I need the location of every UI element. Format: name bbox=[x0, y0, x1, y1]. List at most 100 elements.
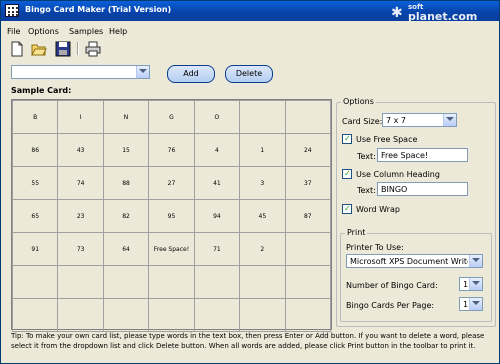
open-folder-icon[interactable] bbox=[31, 41, 47, 57]
card-cell bbox=[11, 265, 59, 299]
new-document-icon[interactable] bbox=[9, 41, 25, 57]
print-group: Print Printer To Use: Microsoft XPS Docu… bbox=[340, 228, 492, 322]
use-free-space-checkbox[interactable]: ✓ bbox=[342, 134, 352, 144]
card-cell: 91 bbox=[11, 232, 59, 266]
card-cell bbox=[239, 298, 286, 332]
card-cell: 65 bbox=[11, 199, 59, 233]
free-space-text-input[interactable]: Free Space! bbox=[377, 148, 468, 162]
checkmark-icon: ✓ bbox=[344, 204, 351, 213]
printer-value: Microsoft XPS Document Writer bbox=[350, 257, 468, 266]
card-cell: 64 bbox=[102, 232, 150, 266]
add-button[interactable]: Add bbox=[167, 65, 215, 83]
free-space-text-value: Free Space! bbox=[381, 151, 429, 160]
per-page-value: 1 bbox=[463, 300, 469, 309]
checkmark-icon: ✓ bbox=[344, 134, 351, 143]
column-heading-text-label: Text: bbox=[357, 186, 376, 195]
title-bar[interactable]: Bingo Card Maker (Trial Version) ✱ soft … bbox=[1, 1, 499, 23]
card-cell: 23 bbox=[57, 199, 104, 233]
card-size-value: 7 x 7 bbox=[386, 116, 406, 125]
card-row: 55 74 88 27 41 3 37 bbox=[11, 166, 332, 200]
card-cell bbox=[102, 265, 150, 299]
watermark-logo: ✱ soft planet.com bbox=[391, 3, 496, 23]
delete-button[interactable]: Delete bbox=[225, 65, 273, 83]
chevron-down-icon bbox=[472, 281, 480, 285]
card-header-cell: O bbox=[193, 100, 241, 134]
sample-card-label: Sample Card: bbox=[11, 86, 72, 95]
options-group: Options Card Size: 7 x 7 ✓ Use Free Spac… bbox=[336, 97, 496, 327]
use-column-heading-checkbox[interactable]: ✓ bbox=[342, 169, 352, 179]
printer-dropdown-button[interactable] bbox=[469, 255, 482, 267]
card-cell bbox=[57, 265, 104, 299]
options-group-title: Options bbox=[341, 97, 376, 106]
card-header-cell: I bbox=[57, 100, 104, 134]
menu-help[interactable]: Help bbox=[109, 27, 127, 36]
card-row: 65 23 82 95 94 45 87 bbox=[11, 199, 332, 233]
card-cell: 82 bbox=[102, 199, 150, 233]
card-cell bbox=[239, 265, 286, 299]
card-cell bbox=[11, 298, 59, 332]
app-icon bbox=[5, 4, 19, 17]
card-header-cell bbox=[239, 100, 286, 134]
use-column-heading-label: Use Column Heading bbox=[356, 170, 440, 179]
card-cell: 1 bbox=[239, 133, 286, 167]
sample-card-grid: B I N G O 86 43 15 76 4 1 24 55 74 88 27 41 3 37 65 23 82 95 94… bbox=[11, 99, 332, 332]
bingo-table: B I N G O 86 43 15 76 4 1 24 55 74 88 27 41 3 37 65 23 82 95 94… bbox=[11, 100, 332, 332]
word-combo-dropdown-button[interactable] bbox=[136, 66, 149, 78]
card-cell bbox=[193, 298, 241, 332]
card-cell: 76 bbox=[148, 133, 195, 167]
card-cell: 24 bbox=[284, 133, 332, 167]
chevron-down-icon bbox=[472, 301, 480, 305]
word-wrap-checkbox[interactable]: ✓ bbox=[342, 204, 352, 214]
card-cell: 73 bbox=[57, 232, 104, 266]
per-page-label: Bingo Cards Per Page: bbox=[346, 301, 435, 310]
card-cell: 87 bbox=[284, 199, 332, 233]
num-cards-select[interactable]: 1 bbox=[459, 277, 483, 291]
menu-file[interactable]: File bbox=[7, 27, 20, 36]
card-cell: Free Space! bbox=[148, 232, 195, 266]
card-size-label: Card Size: bbox=[342, 117, 383, 126]
printer-label: Printer To Use: bbox=[346, 243, 404, 252]
menu-samples[interactable]: Samples bbox=[69, 27, 103, 36]
per-page-dropdown-button[interactable] bbox=[469, 298, 482, 310]
toolbar-separator bbox=[77, 42, 79, 55]
card-cell bbox=[148, 298, 195, 332]
column-heading-text-value: BINGO bbox=[381, 185, 408, 194]
save-disk-icon[interactable] bbox=[55, 41, 71, 57]
word-input-combo[interactable] bbox=[11, 65, 150, 79]
watermark-line2: planet.com bbox=[408, 10, 478, 23]
card-cell: 88 bbox=[102, 166, 150, 200]
chevron-down-icon bbox=[139, 69, 147, 73]
card-cell: 94 bbox=[193, 199, 241, 233]
window-title: Bingo Card Maker (Trial Version) bbox=[25, 5, 172, 14]
card-row bbox=[11, 265, 332, 299]
card-size-dropdown-button[interactable] bbox=[443, 114, 456, 126]
chevron-down-icon bbox=[472, 258, 480, 262]
card-row: BINGO bbox=[11, 100, 332, 134]
num-cards-dropdown-button[interactable] bbox=[469, 278, 482, 290]
app-window: Bingo Card Maker (Trial Version) ✱ soft … bbox=[0, 0, 500, 364]
card-cell bbox=[148, 265, 195, 299]
card-cell bbox=[284, 298, 332, 332]
card-cell: 37 bbox=[284, 166, 332, 200]
card-cell bbox=[193, 265, 241, 299]
printer-select[interactable]: Microsoft XPS Document Writer bbox=[346, 254, 483, 268]
use-free-space-label: Use Free Space bbox=[356, 135, 418, 144]
card-header-cell: B bbox=[11, 100, 59, 134]
toolbar bbox=[1, 39, 499, 59]
card-cell: 2 bbox=[239, 232, 286, 266]
free-space-text-label: Text: bbox=[357, 152, 376, 161]
card-size-select[interactable]: 7 x 7 bbox=[382, 113, 457, 127]
card-cell: 95 bbox=[148, 199, 195, 233]
per-page-select[interactable]: 1 bbox=[459, 297, 483, 311]
checkmark-icon: ✓ bbox=[344, 169, 351, 178]
print-icon[interactable] bbox=[85, 41, 101, 57]
menu-options[interactable]: Options bbox=[28, 27, 59, 36]
card-cell: 15 bbox=[102, 133, 150, 167]
card-cell: 3 bbox=[239, 166, 286, 200]
column-heading-text-input[interactable]: BINGO bbox=[377, 182, 468, 196]
card-cell: 41 bbox=[193, 166, 241, 200]
card-header-cell bbox=[284, 100, 332, 134]
card-cell bbox=[102, 298, 150, 332]
card-cell: 71 bbox=[193, 232, 241, 266]
card-cell: 43 bbox=[57, 133, 104, 167]
